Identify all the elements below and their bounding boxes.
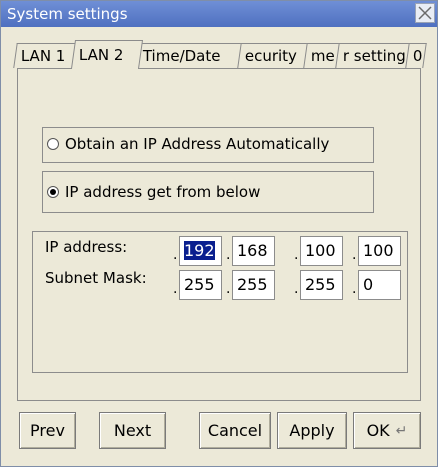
ip-octet-3[interactable]: 100	[300, 236, 343, 266]
tab-r-setting[interactable]: r setting	[335, 43, 415, 68]
window-title: System settings	[7, 5, 128, 23]
ip-dot: .	[352, 247, 357, 263]
tab-time-date[interactable]: Time/Date	[135, 43, 251, 68]
title-bar[interactable]: System settings	[1, 1, 437, 27]
auto-ip-label: Obtain an IP Address Automatically	[65, 135, 330, 153]
ok-button[interactable]: OK ↵	[353, 412, 421, 449]
auto-ip-option-box: Obtain an IP Address Automatically	[42, 127, 374, 163]
cancel-button[interactable]: Cancel	[199, 412, 271, 449]
next-button[interactable]: Next	[99, 412, 166, 449]
mask-dot: .	[173, 281, 178, 297]
ip-dot: .	[173, 247, 178, 263]
ip-octet-1[interactable]: 192	[179, 236, 222, 266]
tab-security[interactable]: ecurity	[237, 43, 313, 68]
close-button[interactable]	[415, 3, 435, 23]
apply-button[interactable]: Apply	[277, 412, 347, 449]
mask-octet-1[interactable]: 255	[179, 270, 222, 300]
auto-ip-radio[interactable]	[47, 138, 59, 150]
prev-button[interactable]: Prev	[19, 412, 76, 449]
settings-window: System settings LAN 1 LAN 2 Time/Date ec…	[0, 0, 438, 467]
auto-ip-option[interactable]: Obtain an IP Address Automatically	[47, 135, 329, 153]
ip-dot: .	[294, 247, 299, 263]
mask-dot: .	[294, 281, 299, 297]
ip-octet-4[interactable]: 100	[358, 236, 401, 266]
ip-dot: .	[226, 247, 231, 263]
tab-0[interactable]: 0	[405, 43, 427, 68]
tab-lan-1[interactable]: LAN 1	[13, 43, 79, 68]
ip-octet-2[interactable]: 168	[232, 236, 275, 266]
mask-octet-2[interactable]: 255	[232, 270, 275, 300]
manual-ip-option-box: IP address get from below	[42, 171, 374, 213]
enter-icon: ↵	[395, 422, 408, 439]
tab-strip: LAN 1 LAN 2 Time/Date ecurity me r setti…	[13, 40, 427, 69]
manual-ip-option[interactable]: IP address get from below	[47, 183, 260, 201]
subnet-mask-label: Subnet Mask:	[45, 269, 147, 287]
tab-lan-2[interactable]: LAN 2	[70, 40, 144, 69]
lan2-panel: Obtain an IP Address Automatically IP ad…	[17, 68, 421, 401]
manual-ip-label: IP address get from below	[65, 183, 261, 201]
mask-dot: .	[226, 281, 231, 297]
mask-octet-4[interactable]: 0	[358, 270, 401, 300]
manual-ip-radio[interactable]	[47, 186, 59, 198]
ip-address-label: IP address:	[45, 238, 128, 256]
close-icon	[418, 6, 432, 20]
ok-label: OK	[366, 421, 390, 440]
mask-octet-3[interactable]: 255	[300, 270, 343, 300]
address-group: IP address: Subnet Mask: . 192 . 168 . 1…	[32, 231, 408, 373]
mask-dot: .	[352, 281, 357, 297]
